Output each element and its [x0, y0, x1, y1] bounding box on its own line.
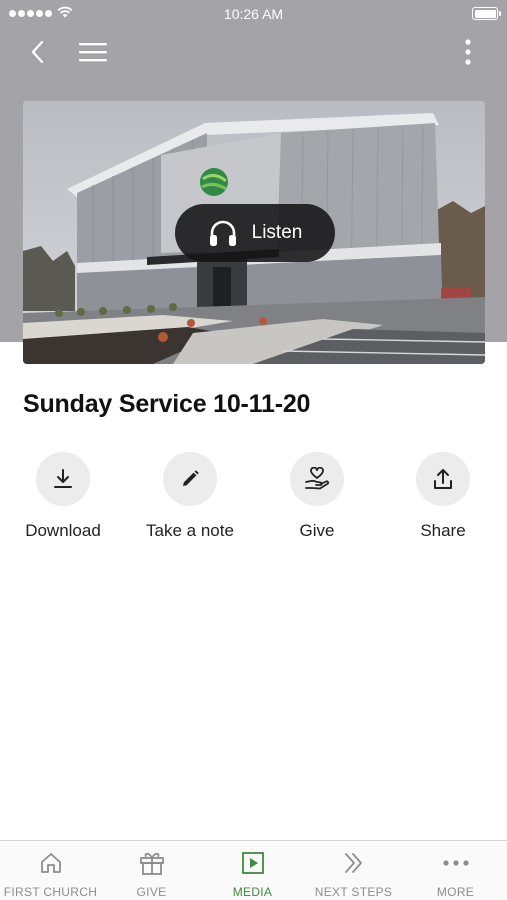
take-note-label: Take a note — [146, 521, 234, 540]
battery-icon — [472, 7, 501, 20]
tab-give[interactable]: GIVE — [101, 841, 202, 900]
give-button[interactable]: Give — [254, 452, 380, 541]
give-label: Give — [299, 521, 335, 540]
status-time: 10:26 AM — [223, 6, 284, 22]
vertical-ellipsis-icon — [465, 39, 471, 65]
take-note-button[interactable]: Take a note — [127, 452, 253, 541]
tab-label: MEDIA — [232, 885, 273, 899]
top-navbar — [0, 32, 507, 72]
tab-label: MORE — [436, 885, 475, 899]
tab-more[interactable]: MORE — [405, 841, 506, 900]
pencil-icon — [163, 452, 217, 506]
share-label: Share — [420, 521, 466, 540]
share-icon — [416, 452, 470, 506]
gift-icon — [101, 841, 202, 885]
tab-label: FIRST CHURCH — [3, 885, 98, 899]
share-button[interactable]: Share — [380, 452, 506, 541]
double-chevron-right-icon — [303, 841, 404, 885]
bottom-tab-bar: FIRST CHURCH GIVE MEDIA NEXT STEPS MORE — [0, 840, 507, 900]
tab-label: NEXT STEPS — [314, 885, 393, 899]
headphones-icon — [209, 220, 236, 246]
media-thumbnail: Listen — [23, 101, 485, 364]
tab-label: GIVE — [136, 885, 167, 899]
more-options-button[interactable] — [448, 32, 488, 72]
chevron-left-icon — [31, 40, 44, 64]
media-title: Sunday Service 10-11-20 — [23, 390, 311, 418]
horizontal-ellipsis-icon — [405, 841, 506, 885]
listen-label: Listen — [251, 222, 303, 243]
download-label: Download — [25, 521, 101, 540]
media-actions: Download Take a note Give Share — [0, 452, 507, 552]
play-square-icon — [202, 841, 303, 885]
download-icon — [36, 452, 90, 506]
heart-hand-icon — [290, 452, 344, 506]
hamburger-menu-icon — [79, 43, 107, 62]
tab-first-church[interactable]: FIRST CHURCH — [0, 841, 101, 900]
download-button[interactable]: Download — [0, 452, 126, 541]
tab-next-steps[interactable]: NEXT STEPS — [303, 841, 404, 900]
listen-button[interactable]: Listen — [175, 204, 335, 262]
menu-button[interactable] — [73, 32, 113, 72]
status-bar: 10:26 AM — [0, 0, 507, 28]
back-button[interactable] — [18, 32, 58, 72]
tab-media[interactable]: MEDIA — [202, 841, 303, 900]
home-icon — [0, 841, 101, 885]
